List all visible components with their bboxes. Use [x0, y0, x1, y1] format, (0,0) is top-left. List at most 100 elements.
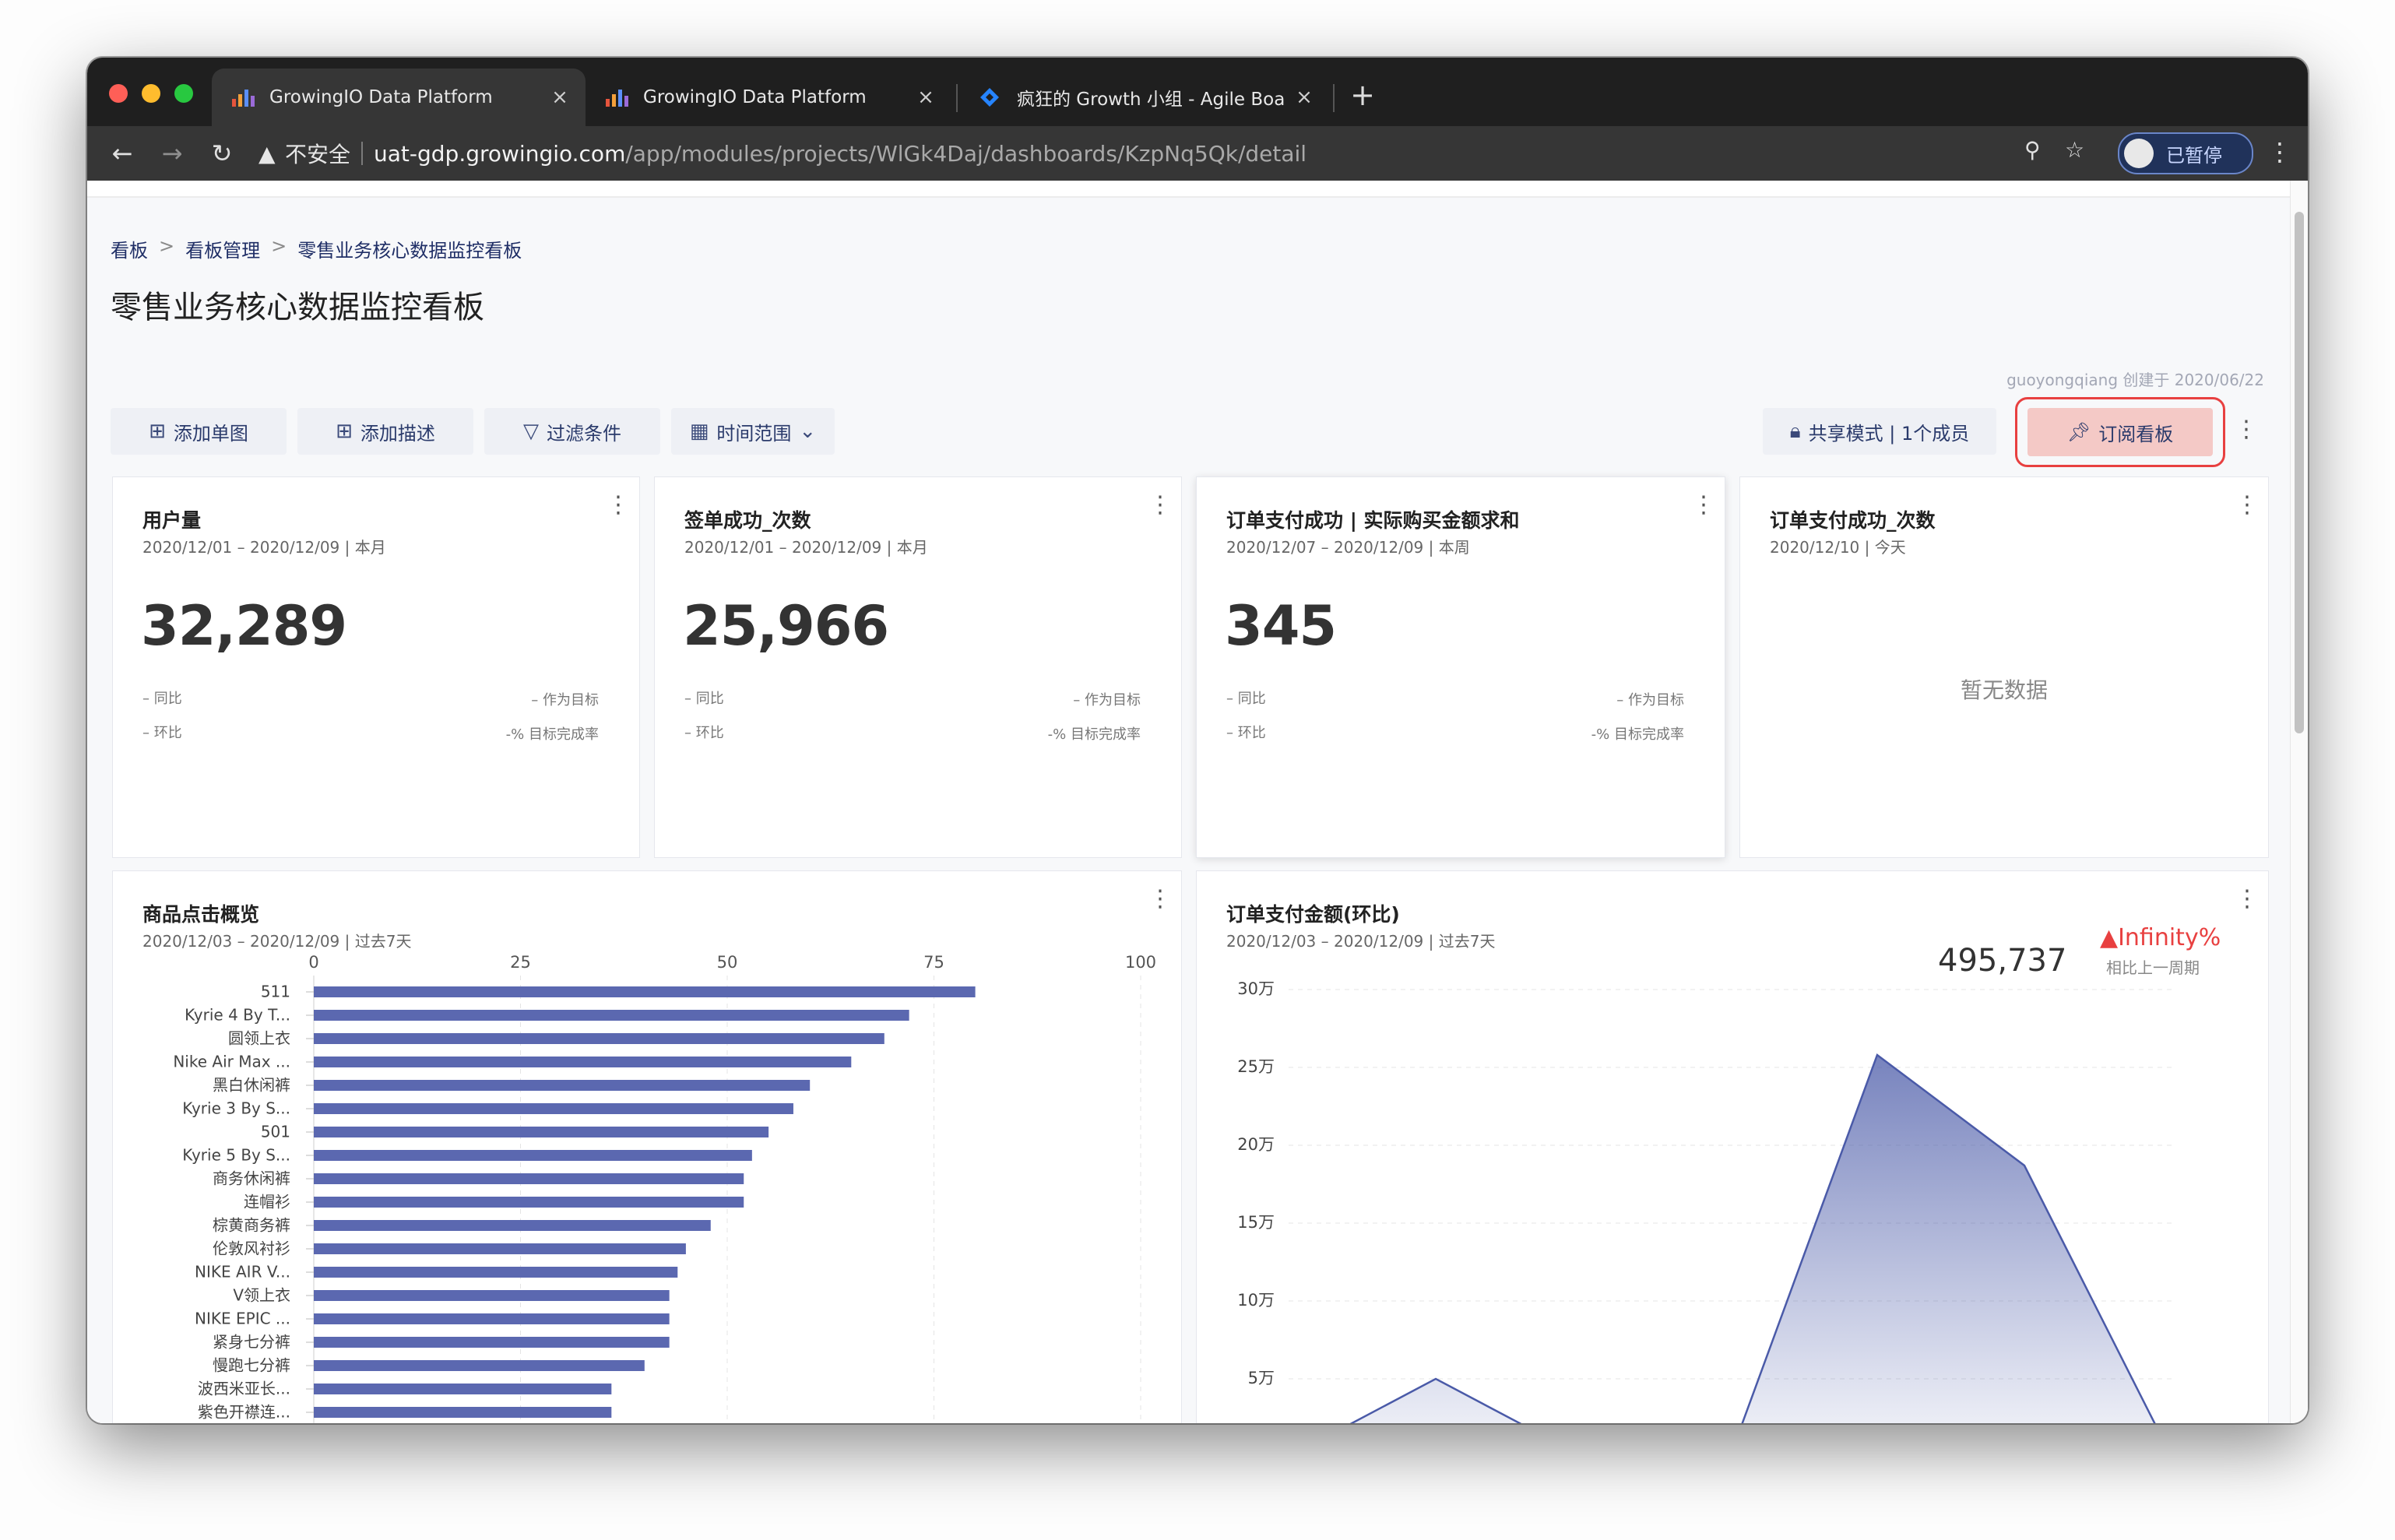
pin-icon: 📌︎ [2066, 421, 2091, 443]
card-title: 签单成功_次数 [684, 509, 811, 532]
filter-button[interactable]: ▽ 过滤条件 [484, 408, 660, 455]
bar [314, 1337, 670, 1348]
card-more-icon[interactable]: ⋮ [1148, 491, 1172, 519]
mom-metric: – 环比 [684, 725, 724, 741]
dashboard-page: 看板 > 看板管理 > 零售业务核心数据监控看板 零售业务核心数据监控看板 gu… [87, 181, 2308, 1423]
x-tick-label: 25 [510, 953, 531, 972]
breadcrumb-separator: > [159, 235, 175, 257]
bar [314, 1150, 752, 1161]
time-range-label: 时间范围 [716, 422, 792, 445]
target-rate-metric: -% 目标完成率 [1591, 726, 1684, 743]
tab-strip: GrowingIO Data Platform × GrowingIO Data… [87, 58, 2308, 126]
breadcrumb-item[interactable]: 看板管理 [185, 235, 260, 262]
category-label: 连帽衫 [244, 1193, 290, 1211]
card-title: 订单支付成功 | 实际购买金额求和 [1226, 509, 1520, 532]
category-label: 紫色开襟连... [198, 1403, 290, 1422]
omnibox-divider [361, 142, 364, 165]
time-range-dropdown[interactable]: ▦ 时间范围 ⌄ [671, 408, 835, 455]
calendar-icon: ▦ [689, 420, 709, 443]
tab-separator [1333, 84, 1335, 112]
category-label: 棕黄商务裤 [213, 1216, 290, 1235]
card-more-icon[interactable]: ⋮ [607, 491, 630, 519]
card-more-icon[interactable]: ⋮ [2235, 885, 2259, 912]
breadcrumb: 看板 > 看板管理 > 零售业务核心数据监控看板 [111, 235, 522, 262]
subscribe-dashboard-button[interactable]: 📌︎ 订阅看板 [2027, 408, 2213, 456]
card-date-range: 2020/12/01 – 2020/12/09 | 本月 [684, 538, 928, 557]
zoom-search-icon[interactable]: ⚲ [2024, 137, 2041, 163]
empty-state-text: 暂无数据 [1960, 677, 2048, 703]
bookmark-star-icon[interactable]: ☆ [2065, 137, 2084, 163]
share-mode-label: 共享模式 | 1个成员 [1808, 422, 1970, 445]
tab-title: 疯狂的 Growth 小组 - Agile Boa [1017, 90, 1285, 110]
x-tick-label: 75 [923, 953, 944, 972]
tab-jira-board[interactable]: 疯狂的 Growth 小组 - Agile Boa × [959, 69, 1330, 126]
yoy-metric: – 同比 [142, 691, 182, 707]
share-mode-button[interactable]: 🔒︎ 共享模式 | 1个成员 [1763, 408, 1996, 455]
browser-menu-icon[interactable]: ⋮ [2267, 132, 2292, 171]
bar [314, 1127, 769, 1137]
card-more-icon[interactable]: ⋮ [2235, 491, 2259, 519]
page-scrollbar[interactable] [2290, 181, 2308, 1423]
category-label: 紧身七分裤 [213, 1333, 290, 1352]
bar [314, 1033, 884, 1044]
creator-info: guoyongqiang 创建于 2020/06/22 [2006, 371, 2264, 389]
category-label: V领上衣 [233, 1286, 290, 1305]
add-chart-label: 添加单图 [173, 422, 248, 445]
reload-button[interactable]: ↻ [202, 134, 241, 173]
tab-separator [956, 84, 958, 112]
tab-close-icon[interactable]: × [1292, 86, 1316, 109]
card-title: 商品点击概览 [142, 903, 260, 926]
url-path[interactable]: /app/modules/projects/WlGk4Daj/dashboard… [625, 141, 1307, 167]
security-label[interactable]: 不安全 [285, 138, 350, 169]
target-rate-metric: -% 目标完成率 [505, 726, 599, 743]
tab-close-icon[interactable]: × [548, 86, 571, 109]
close-window-button[interactable] [109, 84, 128, 103]
x-tick-label: 0 [308, 953, 318, 972]
profile-button[interactable]: 已暂停 [2118, 132, 2253, 174]
breadcrumb-separator: > [271, 235, 287, 257]
page-title: 零售业务核心数据监控看板 [111, 290, 484, 325]
target-metric: – 作为目标 [531, 692, 599, 708]
y-tick-label: 30万 [1237, 979, 1275, 998]
browser-toolbar: ← → ↻ ▲ 不安全 uat-gdp.growingio.com/app/mo… [87, 126, 2308, 181]
category-label: 黑白休闲裤 [213, 1076, 290, 1095]
filter-label: 过滤条件 [547, 422, 621, 445]
breadcrumb-item[interactable]: 看板 [111, 235, 148, 262]
kpi-value: 345 [1225, 594, 1337, 658]
breadcrumb-item[interactable]: 零售业务核心数据监控看板 [297, 235, 522, 262]
card-title: 订单支付成功_次数 [1770, 509, 1936, 532]
add-chart-button[interactable]: ⊞ 添加单图 [111, 408, 287, 455]
minimize-window-button[interactable] [142, 84, 160, 103]
add-description-icon: ⊞ [336, 420, 353, 443]
tab-growingio-1[interactable]: GrowingIO Data Platform × [212, 69, 586, 126]
warning-icon[interactable]: ▲ [258, 141, 285, 167]
maximize-window-button[interactable] [174, 84, 193, 103]
forward-button[interactable]: → [153, 134, 192, 173]
bar [314, 1173, 744, 1184]
dashboard-more-icon[interactable]: ⋮ [2235, 416, 2258, 443]
scrollbar-thumb[interactable] [2295, 212, 2304, 733]
card-title: 用户量 [142, 509, 202, 532]
category-label: 圆领上衣 [228, 1029, 290, 1048]
jira-favicon-icon [979, 88, 1003, 107]
tab-close-icon[interactable]: × [914, 86, 937, 109]
target-metric: – 作为目标 [1616, 692, 1684, 708]
category-label: Nike Air Max ... [173, 1053, 290, 1071]
url-host[interactable]: uat-gdp.growingio.com [374, 141, 625, 167]
bar [314, 1057, 852, 1067]
address-bar[interactable]: ▲ 不安全 uat-gdp.growingio.com/app/modules/… [258, 134, 2308, 173]
card-date-range: 2020/12/03 – 2020/12/09 | 过去7天 [1226, 932, 1496, 951]
tab-growingio-2[interactable]: GrowingIO Data Platform × [586, 69, 951, 126]
card-more-icon[interactable]: ⋮ [1148, 885, 1172, 912]
new-tab-button[interactable]: + [1342, 75, 1383, 115]
back-button[interactable]: ← [103, 134, 142, 173]
add-description-button[interactable]: ⊞ 添加描述 [297, 408, 473, 455]
card-date-range: 2020/12/01 – 2020/12/09 | 本月 [142, 538, 386, 557]
x-tick-label: 100 [1125, 953, 1156, 972]
growingio-favicon-icon [606, 88, 629, 107]
bar [314, 1290, 670, 1301]
tab-title: GrowingIO Data Platform [269, 87, 493, 107]
card-more-icon[interactable]: ⋮ [1692, 491, 1715, 519]
bar [314, 986, 976, 997]
period-change-value: ▲Infinity% [2100, 924, 2221, 951]
